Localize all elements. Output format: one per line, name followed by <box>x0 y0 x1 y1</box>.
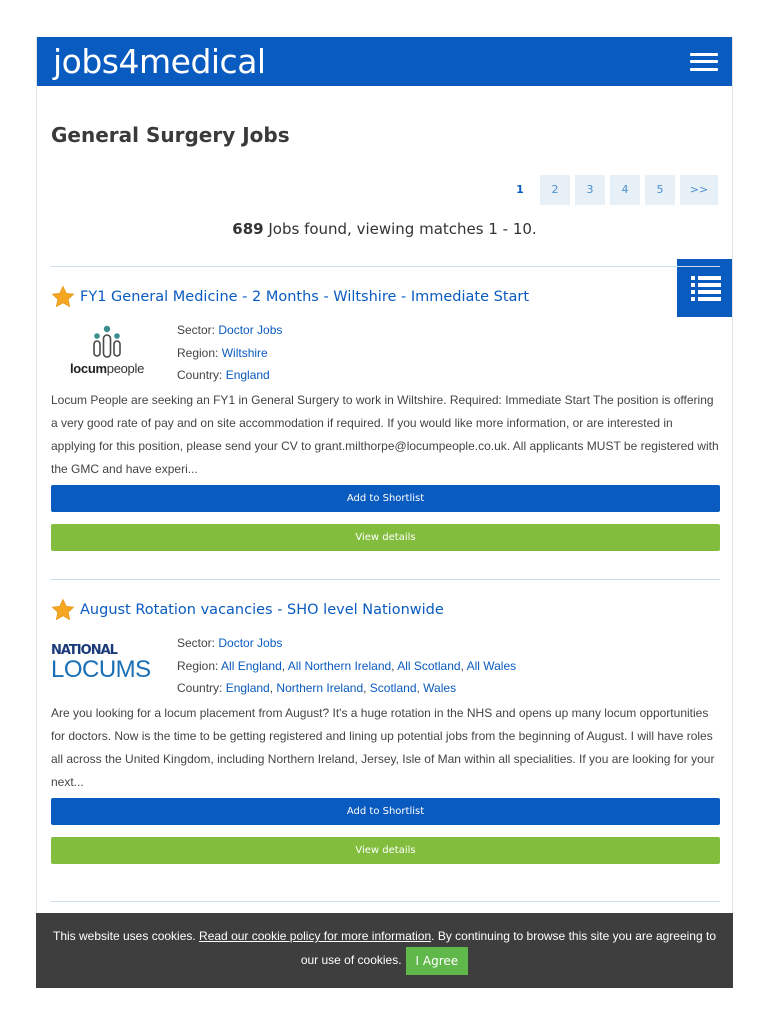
page-link-next[interactable]: >> <box>680 175 718 205</box>
results-count-number: 689 <box>232 220 264 238</box>
country-label: Country: <box>177 368 226 382</box>
results-count: 689 Jobs found, viewing matches 1 - 10. <box>37 220 732 238</box>
national-locums-logo[interactable]: NATIONAL LOCUMS <box>51 632 163 694</box>
country-link[interactable]: Scotland <box>370 681 417 695</box>
region-link[interactable]: All Northern Ireland <box>288 659 391 673</box>
page-link-1[interactable]: 1 <box>505 175 535 205</box>
region-label: Region: <box>177 345 222 360</box>
cookie-banner: This website uses cookies. Read our cook… <box>36 913 733 988</box>
country-link[interactable]: England <box>226 681 270 695</box>
logo-text: people <box>106 360 145 376</box>
job-title-link[interactable]: August Rotation vacancies - SHO level Na… <box>80 602 444 618</box>
page-link-5[interactable]: 5 <box>645 175 675 205</box>
hamburger-menu-icon[interactable] <box>690 52 718 71</box>
cookie-policy-link[interactable]: Read our cookie policy for more informat… <box>199 929 431 943</box>
country-link[interactable]: England <box>226 368 270 382</box>
sector-link[interactable]: Doctor Jobs <box>218 636 282 650</box>
region-link[interactable]: All Wales <box>467 659 517 673</box>
region-link[interactable]: Wiltshire <box>222 346 268 360</box>
site-header: jobs4medical <box>37 37 732 86</box>
page-link-4[interactable]: 4 <box>610 175 640 205</box>
page-link-3[interactable]: 3 <box>575 175 605 205</box>
cookie-text: This website uses cookies. <box>52 929 200 943</box>
region-link[interactable]: All England <box>221 659 282 673</box>
locumpeople-logo[interactable]: locumpeople <box>51 319 163 381</box>
star-icon[interactable] <box>51 598 75 622</box>
sector-link[interactable]: Doctor Jobs <box>218 323 282 337</box>
job-listing: August Rotation vacancies - SHO level Na… <box>51 579 720 864</box>
add-to-shortlist-button[interactable]: Add to Shortlist <box>51 798 720 825</box>
pagination: 1 2 3 4 5 >> <box>505 175 718 205</box>
job-listing: FY1 General Medicine - 2 Months - Wiltsh… <box>51 266 720 551</box>
add-to-shortlist-button[interactable]: Add to Shortlist <box>51 485 720 512</box>
divider <box>51 901 720 902</box>
agree-button[interactable]: I Agree <box>405 947 469 975</box>
logo-text-bottom: LOCUMS <box>51 656 151 683</box>
sector-label: Sector: <box>177 636 219 650</box>
site-logo[interactable]: jobs4medical <box>53 37 266 86</box>
view-details-button[interactable]: View details <box>51 524 720 551</box>
view-details-button[interactable]: View details <box>51 837 720 864</box>
region-label: Region: <box>177 658 222 673</box>
job-meta: Sector: Doctor Jobs Region: All England,… <box>177 636 517 695</box>
job-description: Locum People are seeking an FY1 in Gener… <box>51 393 719 476</box>
divider <box>51 266 720 267</box>
page-frame: jobs4medical General Surgery Jobs 1 2 3 … <box>36 37 733 988</box>
job-title-link[interactable]: FY1 General Medicine - 2 Months - Wiltsh… <box>80 289 529 305</box>
country-link[interactable]: Wales <box>423 681 456 695</box>
sector-label: Sector: <box>177 323 219 337</box>
region-link[interactable]: All Scotland <box>397 659 460 673</box>
divider <box>51 579 720 580</box>
star-icon[interactable] <box>51 285 75 309</box>
job-description: Are you looking for a locum placement fr… <box>51 706 715 789</box>
logo-text-bold: locum <box>69 360 107 376</box>
job-meta: Sector: Doctor Jobs Region: Wiltshire Co… <box>177 319 282 389</box>
country-label: Country: <box>177 681 226 695</box>
country-link[interactable]: Northern Ireland <box>276 681 363 695</box>
page-link-2[interactable]: 2 <box>540 175 570 205</box>
page-title: General Surgery Jobs <box>51 123 290 147</box>
results-count-text: Jobs found, viewing matches 1 - 10. <box>263 220 537 238</box>
